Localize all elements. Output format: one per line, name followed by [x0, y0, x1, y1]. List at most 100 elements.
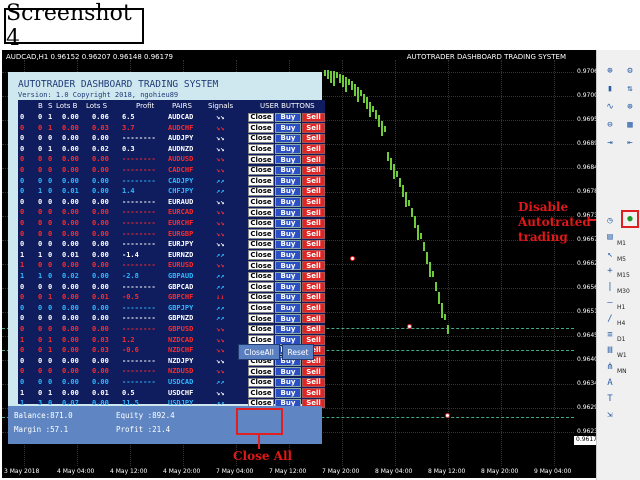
sell-button[interactable]: Sell — [302, 239, 325, 250]
sell-button[interactable]: Sell — [302, 112, 325, 122]
buy-button[interactable]: Buy — [275, 165, 301, 175]
scroll-icon[interactable]: ⇥ — [605, 138, 615, 148]
close-button[interactable]: Close — [248, 282, 274, 292]
timeframe-d1[interactable]: D1 — [617, 336, 625, 343]
sell-button[interactable]: Sell — [302, 144, 325, 154]
sell-button[interactable]: Sell — [302, 260, 325, 271]
candles-icon[interactable]: ⇅ — [625, 84, 635, 94]
timeframe-m1[interactable]: M1 — [617, 240, 626, 247]
sell-button[interactable]: Sell — [302, 313, 325, 324]
reset-button[interactable]: Reset — [282, 344, 314, 360]
sell-button[interactable]: Sell — [302, 218, 325, 228]
clock-icon[interactable]: ◷ — [605, 216, 615, 226]
close-button[interactable]: Close — [248, 218, 274, 228]
zoom-in-icon[interactable]: ⊕ — [625, 102, 635, 112]
sell-button[interactable]: Sell — [302, 165, 325, 175]
timeframe-h1[interactable]: H1 — [617, 304, 625, 311]
close-button[interactable]: Close — [248, 271, 274, 281]
buy-button[interactable]: Buy — [275, 133, 301, 144]
label-tool-icon[interactable]: T — [605, 394, 615, 404]
buy-button[interactable]: Buy — [275, 186, 301, 197]
tile-icon[interactable]: ▦ — [625, 120, 635, 130]
buy-button[interactable]: Buy — [275, 388, 301, 398]
sell-button[interactable]: Sell — [302, 303, 325, 313]
shift-icon[interactable]: ⇤ — [625, 138, 635, 148]
close-button[interactable]: Close — [248, 292, 274, 303]
sell-button[interactable]: Sell — [302, 154, 325, 165]
close-button[interactable]: Close — [248, 165, 274, 175]
new-chart-icon[interactable]: ⊕ — [605, 66, 615, 76]
text-tool-icon[interactable]: A — [605, 378, 615, 388]
close-button[interactable]: Close — [248, 250, 274, 260]
close-button[interactable]: Close — [248, 377, 274, 387]
close-button[interactable]: Close — [248, 176, 274, 186]
close-button[interactable]: Close — [248, 144, 274, 154]
close-button[interactable]: Close — [248, 303, 274, 313]
sell-button[interactable]: Sell — [302, 282, 325, 292]
pitchfork-icon[interactable]: ⋔ — [605, 362, 615, 372]
close-button[interactable]: Close — [248, 154, 274, 165]
settings-icon[interactable]: ⚙ — [625, 66, 635, 76]
sell-button[interactable]: Sell — [302, 197, 325, 207]
timeframe-m15[interactable]: M15 — [617, 272, 630, 279]
sell-button[interactable]: Sell — [302, 292, 325, 303]
buy-button[interactable]: Buy — [275, 271, 301, 281]
close-button[interactable]: Close — [248, 112, 274, 122]
buy-button[interactable]: Buy — [275, 218, 301, 228]
fibo-icon[interactable]: Ⅲ — [605, 346, 615, 356]
sell-button[interactable]: Sell — [302, 366, 325, 377]
vline-icon[interactable]: | — [605, 282, 615, 292]
buy-button[interactable]: Buy — [275, 112, 301, 122]
close-all-button[interactable]: CloseAll — [238, 344, 280, 360]
sell-button[interactable]: Sell — [302, 377, 325, 387]
timeframe-m30[interactable]: M30 — [617, 288, 630, 295]
close-button[interactable]: Close — [248, 239, 274, 250]
buy-button[interactable]: Buy — [275, 239, 301, 250]
timeframe-m5[interactable]: M5 — [617, 256, 626, 263]
close-button[interactable]: Close — [248, 366, 274, 377]
line-chart-icon[interactable]: ∿ — [605, 102, 615, 112]
buy-button[interactable]: Buy — [275, 313, 301, 324]
sell-button[interactable]: Sell — [302, 388, 325, 398]
sell-button[interactable]: Sell — [302, 250, 325, 260]
sell-button[interactable]: Sell — [302, 123, 325, 133]
buy-button[interactable]: Buy — [275, 260, 301, 271]
buy-button[interactable]: Buy — [275, 176, 301, 186]
close-button[interactable]: Close — [248, 197, 274, 207]
buy-button[interactable]: Buy — [275, 207, 301, 218]
crosshair-icon[interactable]: + — [605, 266, 615, 276]
buy-button[interactable]: Buy — [275, 123, 301, 133]
sell-button[interactable]: Sell — [302, 176, 325, 186]
buy-button[interactable]: Buy — [275, 282, 301, 292]
buy-button[interactable]: Buy — [275, 303, 301, 313]
buy-button[interactable]: Buy — [275, 377, 301, 387]
buy-button[interactable]: Buy — [275, 366, 301, 377]
period-icon[interactable]: ▤ — [605, 232, 615, 242]
timeframe-w1[interactable]: W1 — [617, 352, 627, 359]
close-button[interactable]: Close — [248, 133, 274, 144]
hline-icon[interactable]: — — [605, 298, 615, 308]
close-button[interactable]: Close — [248, 260, 274, 271]
sell-button[interactable]: Sell — [302, 207, 325, 218]
zoom-out-icon[interactable]: ⊖ — [605, 120, 615, 130]
close-button[interactable]: Close — [248, 186, 274, 197]
close-button[interactable]: Close — [248, 388, 274, 398]
buy-button[interactable]: Buy — [275, 197, 301, 207]
bar-chart-icon[interactable]: ▮ — [605, 84, 615, 94]
autotrading-icon[interactable]: ● — [625, 214, 635, 224]
close-button[interactable]: Close — [248, 123, 274, 133]
buy-button[interactable]: Buy — [275, 250, 301, 260]
sell-button[interactable]: Sell — [302, 271, 325, 281]
cursor-icon[interactable]: ↖ — [605, 250, 615, 260]
timeframe-mn[interactable]: MN — [617, 368, 627, 375]
channel-icon[interactable]: ≡ — [605, 330, 615, 340]
buy-button[interactable]: Buy — [275, 144, 301, 154]
buy-button[interactable]: Buy — [275, 229, 301, 239]
arrows-icon[interactable]: ⇲ — [605, 410, 615, 420]
sell-button[interactable]: Sell — [302, 324, 325, 334]
buy-button[interactable]: Buy — [275, 154, 301, 165]
sell-button[interactable]: Sell — [302, 186, 325, 197]
close-button[interactable]: Close — [248, 229, 274, 239]
close-button[interactable]: Close — [248, 313, 274, 324]
sell-button[interactable]: Sell — [302, 133, 325, 144]
